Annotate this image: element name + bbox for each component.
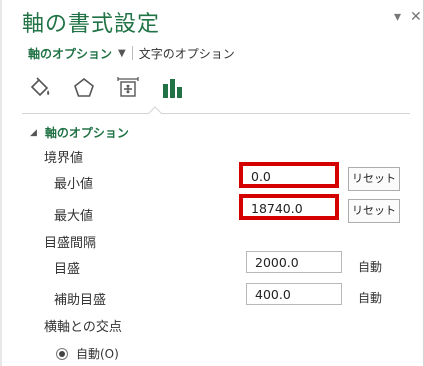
maximum-label: 最大値 — [54, 209, 94, 224]
section-divider — [22, 113, 410, 114]
chevron-down-icon[interactable]: ▼ — [118, 48, 126, 59]
major-unit-label: 目盛 — [54, 262, 81, 277]
close-icon[interactable]: ✕ — [410, 9, 422, 25]
selected-category-pointer — [148, 106, 162, 114]
minimum-reset-button[interactable]: リセット — [348, 167, 400, 191]
axis-crosses-auto-label: 自動(O) — [76, 347, 119, 361]
major-unit-input[interactable]: 2000.0 — [246, 251, 342, 273]
tab-separator — [131, 46, 133, 60]
minimum-input[interactable]: 0.0 — [241, 164, 337, 186]
bounds-heading: 境界値 — [44, 151, 84, 166]
minimum-label: 最小値 — [54, 177, 94, 192]
axis-options-section-header[interactable]: ◢ 軸のオプション — [30, 124, 129, 141]
axis-crosses-auto-radio[interactable]: 自動(O) — [56, 345, 119, 362]
minor-unit-auto-label: 自動 — [358, 291, 383, 305]
format-axis-pane: 軸の書式設定 ▾ ✕ 軸のオプション ▼ 文字のオプション ◢ 軸のオプション … — [0, 0, 424, 366]
radio-selected-icon[interactable] — [56, 347, 68, 360]
axis-options-icon[interactable] — [158, 74, 186, 102]
option-tabs: 軸のオプション ▼ 文字のオプション — [28, 44, 235, 62]
tab-axis-options[interactable]: 軸のオプション — [28, 45, 112, 62]
category-icon-bar — [26, 74, 186, 102]
minor-unit-input[interactable]: 400.0 — [246, 283, 342, 305]
pane-options-dropdown-icon[interactable]: ▾ — [394, 9, 401, 25]
maximum-input[interactable]: 18740.0 — [241, 196, 337, 218]
section-title: 軸のオプション — [44, 126, 129, 140]
tab-text-options[interactable]: 文字のオプション — [139, 45, 235, 62]
size-properties-icon[interactable] — [114, 74, 142, 102]
major-unit-auto-label: 自動 — [358, 260, 383, 274]
minor-unit-label: 補助目盛 — [54, 293, 107, 308]
axis-crosses-heading: 横軸との交点 — [44, 320, 122, 335]
maximum-reset-button[interactable]: リセット — [348, 199, 400, 223]
collapse-triangle-icon[interactable]: ◢ — [30, 128, 37, 138]
pane-title: 軸の書式設定 — [22, 12, 161, 37]
units-heading: 目盛間隔 — [44, 236, 97, 251]
pane-left-border — [0, 0, 2, 366]
fill-line-icon[interactable] — [26, 74, 54, 102]
effects-icon[interactable] — [70, 74, 98, 102]
